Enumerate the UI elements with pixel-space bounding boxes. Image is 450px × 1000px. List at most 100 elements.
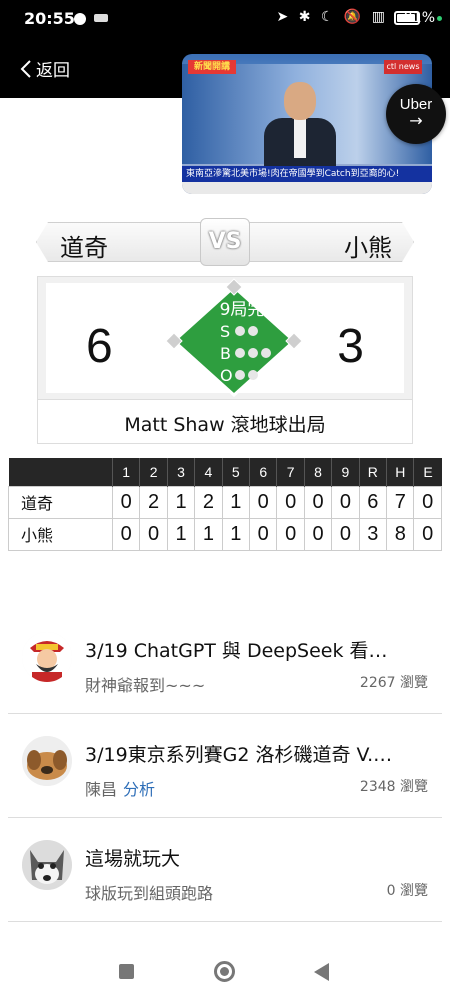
linescore-cell: 1 bbox=[166, 517, 196, 551]
ball-label: B bbox=[220, 344, 231, 363]
post-views: 2267 瀏覽 bbox=[359, 675, 428, 691]
post-tag[interactable]: 分析 bbox=[123, 780, 155, 799]
post-views: 0 瀏覽 bbox=[386, 883, 428, 899]
list-item[interactable]: 3/19東京系列賽G2 洛杉磯道奇 V.… 陳昌 分析 2348 瀏覽 bbox=[8, 714, 442, 818]
post-author-name: 財神爺報到~~~ bbox=[85, 676, 206, 695]
linescore-cell: 0 bbox=[111, 517, 141, 551]
inning-header: 7 bbox=[276, 458, 305, 486]
list-item[interactable]: 3/19 ChatGPT 與 DeepSeek 看… 財神爺報到~~~ 2267… bbox=[8, 610, 442, 714]
home-icon[interactable] bbox=[214, 961, 235, 982]
last-play-text: Matt Shaw 滾地球出局 bbox=[124, 414, 326, 436]
back-label: 返回 bbox=[36, 61, 70, 81]
linescore-cell: 0 bbox=[303, 517, 333, 551]
inning-header: 3 bbox=[166, 458, 195, 486]
back-triangle-icon[interactable] bbox=[314, 963, 329, 981]
linescore-team-name: 小熊 bbox=[8, 517, 113, 551]
avatar bbox=[22, 632, 72, 682]
show-logo: 新聞開講 bbox=[188, 60, 236, 74]
linescore-runs: 6 bbox=[358, 485, 388, 519]
puppy-avatar-icon bbox=[22, 736, 72, 786]
ball-lights bbox=[235, 348, 271, 358]
linescore-cell: 0 bbox=[303, 485, 333, 519]
inning-header: 4 bbox=[194, 458, 223, 486]
linescore-cell: 0 bbox=[276, 485, 305, 519]
linescore-cell: 1 bbox=[194, 517, 223, 551]
inning-header: 1 bbox=[111, 458, 140, 486]
hits-header: H bbox=[386, 458, 414, 486]
linescore-team-name: 道奇 bbox=[8, 485, 113, 519]
strike-label: S bbox=[220, 322, 230, 341]
linescore-cell: 1 bbox=[221, 517, 251, 551]
inning-header: 8 bbox=[303, 458, 332, 486]
linescore-errors: 0 bbox=[413, 485, 442, 519]
post-author: 財神爺報到~~~ bbox=[85, 672, 205, 696]
out-label: O bbox=[220, 366, 233, 385]
linescore-cell: 0 bbox=[139, 517, 168, 551]
post-author-name: 陳昌 bbox=[85, 780, 118, 799]
score-panel: 6 3 9局完 S B O bbox=[46, 278, 404, 398]
post-title: 這場就玩大 bbox=[85, 848, 181, 870]
linescore-cell: 1 bbox=[221, 485, 251, 519]
linescore-errors: 0 bbox=[413, 517, 442, 551]
status-time: 20:55 bbox=[24, 9, 75, 28]
battery-percent: 91% bbox=[404, 10, 442, 26]
post-title: 3/19東京系列賽G2 洛杉磯道奇 V.… bbox=[85, 744, 393, 766]
chevron-left-icon bbox=[20, 59, 31, 78]
system-nav-bar bbox=[0, 950, 450, 1000]
linescore-table: 1 2 3 4 5 6 7 8 9 R H E 道奇 0 2 1 2 1 0 0… bbox=[8, 458, 442, 551]
post-views: 2348 瀏覽 bbox=[359, 779, 428, 795]
uber-floating-button[interactable]: Uber → bbox=[386, 84, 446, 144]
linescore-row-home: 小熊 0 0 1 1 1 0 0 0 0 3 8 0 bbox=[8, 517, 442, 551]
away-score: 6 bbox=[86, 320, 113, 373]
linescore-cell: 0 bbox=[111, 485, 141, 519]
post-author-name: 球版玩到組頭跑路 bbox=[85, 884, 214, 903]
matchup-header: 道奇 小熊 VS bbox=[36, 218, 414, 268]
linescore-cell: 2 bbox=[139, 485, 168, 519]
linescore-cell: 0 bbox=[276, 517, 305, 551]
post-author: 球版玩到組頭跑路 bbox=[85, 880, 213, 904]
notification-icon bbox=[74, 13, 86, 25]
inning-header: 9 bbox=[331, 458, 360, 486]
post-title: 3/19 ChatGPT 與 DeepSeek 看… bbox=[85, 640, 388, 662]
linescore-hits: 7 bbox=[386, 485, 415, 519]
linescore-row-away: 道奇 0 2 1 2 1 0 0 0 0 6 7 0 bbox=[8, 485, 442, 519]
list-item[interactable]: 這場就玩大 球版玩到組頭跑路 0 瀏覽 bbox=[8, 818, 442, 922]
linescore-cell: 2 bbox=[194, 485, 223, 519]
status-bar: 20:55 ➤ ✱ ☾ 🔕 ▥ 91% bbox=[0, 0, 450, 38]
linescore-hits: 8 bbox=[386, 517, 415, 551]
linescore-cell: 0 bbox=[249, 517, 278, 551]
home-team-name: 小熊 bbox=[344, 234, 392, 262]
post-author: 陳昌 分析 bbox=[85, 776, 155, 800]
arrow-right-icon: → bbox=[409, 111, 423, 130]
linescore-header-team bbox=[8, 458, 113, 486]
uber-notification-icon bbox=[94, 14, 108, 22]
linescore-header-row: 1 2 3 4 5 6 7 8 9 R H E bbox=[8, 458, 442, 486]
inning-header: 5 bbox=[221, 458, 250, 486]
last-play-bar: Matt Shaw 滾地球出局 bbox=[38, 399, 412, 443]
avatar bbox=[22, 840, 72, 890]
errors-header: E bbox=[413, 458, 442, 486]
runs-header: R bbox=[358, 458, 387, 486]
status-icons: ➤ ✱ ☾ 🔕 ▥ bbox=[276, 9, 388, 25]
linescore-cell: 1 bbox=[166, 485, 196, 519]
away-team-name: 道奇 bbox=[60, 234, 108, 262]
inning-status: 9局完 bbox=[220, 300, 265, 320]
linescore-cell: 0 bbox=[331, 485, 360, 519]
god-of-wealth-avatar-icon bbox=[22, 632, 72, 682]
back-button[interactable]: 返回 bbox=[20, 56, 70, 81]
linescore-runs: 3 bbox=[358, 517, 388, 551]
inning-header: 6 bbox=[249, 458, 277, 486]
vs-badge: VS bbox=[200, 218, 250, 266]
inning-header: 2 bbox=[139, 458, 168, 486]
scoreboard: 6 3 9局完 S B O Matt Shaw 滾地球出局 bbox=[37, 276, 413, 444]
home-score: 3 bbox=[337, 320, 364, 373]
news-ticker bbox=[182, 182, 432, 194]
linescore-cell: 0 bbox=[331, 517, 360, 551]
recent-apps-icon[interactable] bbox=[119, 964, 134, 979]
linescore-cell: 0 bbox=[249, 485, 278, 519]
husky-avatar-icon bbox=[22, 840, 72, 890]
baseball-diamond: 9局完 S B O bbox=[165, 278, 303, 398]
news-banner: 東南亞滲驚北美市場!肉在帝國學到Catch到亞裔的心! bbox=[182, 166, 432, 182]
channel-logo: ctl news bbox=[384, 60, 422, 74]
avatar bbox=[22, 736, 72, 786]
